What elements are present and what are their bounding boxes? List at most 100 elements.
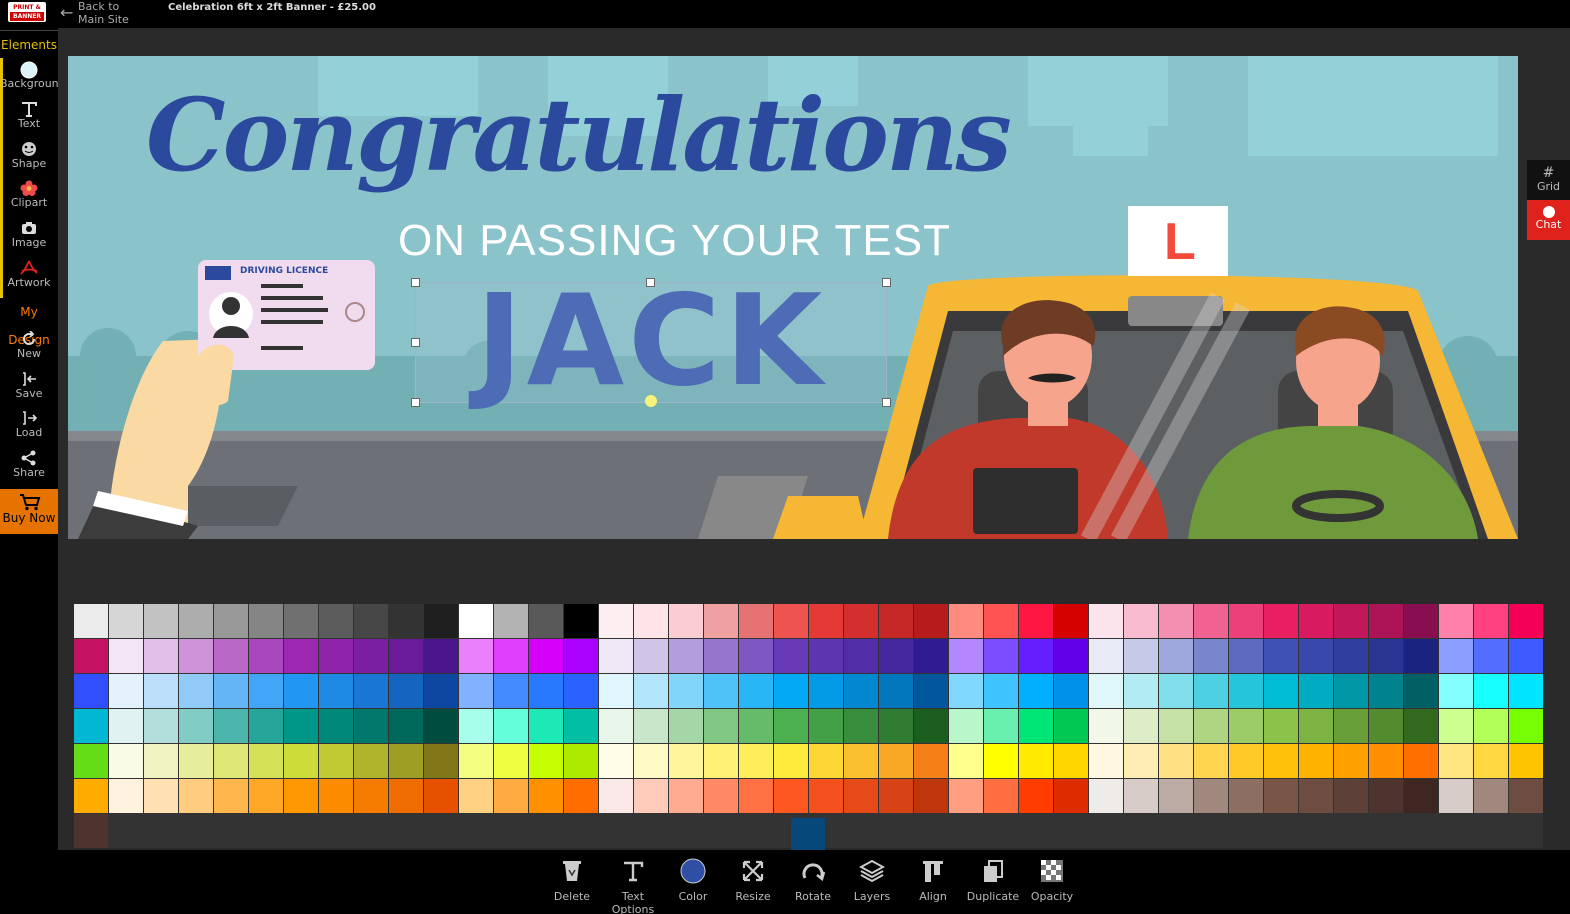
color-swatch[interactable] — [179, 604, 213, 638]
color-swatch[interactable] — [1369, 604, 1403, 638]
color-swatch[interactable] — [844, 604, 878, 638]
color-swatch[interactable] — [599, 674, 633, 708]
color-swatch[interactable] — [1019, 779, 1053, 813]
color-swatch[interactable] — [1299, 639, 1333, 673]
color-swatch[interactable] — [879, 639, 913, 673]
color-swatch[interactable] — [914, 779, 948, 813]
grid-toggle-button[interactable]: # Grid — [1527, 160, 1570, 200]
color-swatch[interactable] — [1264, 779, 1298, 813]
color-swatch[interactable] — [1474, 674, 1508, 708]
color-swatch[interactable] — [1089, 709, 1123, 743]
color-swatch[interactable] — [109, 779, 143, 813]
color-swatch[interactable] — [529, 779, 563, 813]
color-swatch[interactable] — [179, 744, 213, 778]
color-swatch[interactable] — [1124, 674, 1158, 708]
color-swatch[interactable] — [389, 639, 423, 673]
color-swatch[interactable] — [1474, 779, 1508, 813]
sidebar-item-save[interactable]: Save — [0, 371, 58, 400]
color-swatch[interactable] — [739, 744, 773, 778]
color-swatch[interactable] — [1439, 744, 1473, 778]
color-swatch[interactable] — [74, 674, 108, 708]
color-swatch[interactable] — [389, 779, 423, 813]
color-swatch[interactable] — [1334, 604, 1368, 638]
sidebar-item-clipart[interactable]: Clipart — [0, 180, 58, 209]
color-swatch[interactable] — [179, 674, 213, 708]
color-swatch[interactable] — [739, 674, 773, 708]
banner-name-text[interactable]: JACK — [416, 271, 886, 411]
color-swatch[interactable] — [1404, 674, 1438, 708]
color-swatch[interactable] — [1019, 744, 1053, 778]
color-swatch[interactable] — [1159, 744, 1193, 778]
color-button[interactable]: Color — [662, 858, 724, 903]
color-swatch[interactable] — [319, 779, 353, 813]
color-swatch[interactable] — [1369, 709, 1403, 743]
color-swatch[interactable] — [1264, 639, 1298, 673]
sidebar-item-share[interactable]: Share — [0, 450, 58, 479]
color-swatch[interactable] — [774, 779, 808, 813]
color-swatch[interactable] — [844, 674, 878, 708]
color-swatch[interactable] — [949, 639, 983, 673]
color-swatch[interactable] — [529, 639, 563, 673]
color-swatch[interactable] — [1089, 779, 1123, 813]
align-button[interactable]: Align — [902, 858, 964, 903]
color-swatch[interactable] — [1194, 639, 1228, 673]
resize-handle-bottom-right[interactable] — [882, 398, 891, 407]
color-swatch[interactable] — [389, 604, 423, 638]
color-swatch[interactable] — [949, 779, 983, 813]
color-swatch[interactable] — [739, 779, 773, 813]
color-swatch[interactable] — [1194, 674, 1228, 708]
color-swatch[interactable] — [564, 709, 598, 743]
color-swatch[interactable] — [704, 604, 738, 638]
back-to-main-site-link[interactable]: Back to Main Site — [78, 0, 138, 26]
color-swatch[interactable] — [1159, 709, 1193, 743]
color-swatch[interactable] — [179, 639, 213, 673]
color-swatch[interactable] — [1159, 639, 1193, 673]
color-swatch[interactable] — [809, 674, 843, 708]
color-swatch[interactable] — [704, 744, 738, 778]
color-swatch[interactable] — [1019, 709, 1053, 743]
color-swatch[interactable] — [529, 709, 563, 743]
color-swatch[interactable] — [1474, 744, 1508, 778]
color-swatch[interactable] — [424, 779, 458, 813]
color-swatch[interactable] — [284, 779, 318, 813]
color-swatch[interactable] — [424, 744, 458, 778]
color-swatch[interactable] — [214, 709, 248, 743]
color-swatch[interactable] — [1334, 674, 1368, 708]
color-swatch[interactable] — [1439, 639, 1473, 673]
color-swatch[interactable] — [529, 604, 563, 638]
color-swatch[interactable] — [284, 639, 318, 673]
color-swatch[interactable] — [809, 744, 843, 778]
rotate-button[interactable]: Rotate — [782, 858, 844, 903]
color-swatch[interactable] — [1299, 674, 1333, 708]
color-swatch[interactable] — [669, 709, 703, 743]
color-swatch[interactable] — [1229, 779, 1263, 813]
color-swatch[interactable] — [1404, 744, 1438, 778]
color-swatch[interactable] — [564, 779, 598, 813]
color-swatch[interactable] — [634, 639, 668, 673]
color-swatch[interactable] — [1019, 639, 1053, 673]
color-swatch[interactable] — [844, 744, 878, 778]
color-swatch[interactable] — [109, 744, 143, 778]
color-swatch[interactable] — [179, 779, 213, 813]
color-swatch[interactable] — [74, 639, 108, 673]
color-swatch[interactable] — [74, 744, 108, 778]
resize-handle-top-right[interactable] — [882, 278, 891, 287]
color-swatch[interactable] — [879, 674, 913, 708]
color-swatch[interactable] — [459, 604, 493, 638]
color-swatch[interactable] — [249, 604, 283, 638]
color-swatch[interactable] — [599, 604, 633, 638]
color-swatch[interactable] — [389, 709, 423, 743]
color-swatch[interactable] — [1369, 674, 1403, 708]
color-swatch[interactable] — [634, 709, 668, 743]
color-swatch[interactable] — [1264, 604, 1298, 638]
color-swatch[interactable] — [564, 639, 598, 673]
color-swatch[interactable] — [319, 744, 353, 778]
color-swatch[interactable] — [214, 744, 248, 778]
color-swatch[interactable] — [1369, 779, 1403, 813]
color-swatch[interactable] — [1474, 604, 1508, 638]
color-swatch[interactable] — [564, 674, 598, 708]
color-swatch[interactable] — [704, 709, 738, 743]
color-swatch[interactable] — [1299, 744, 1333, 778]
color-swatch[interactable] — [214, 779, 248, 813]
sidebar-item-artwork[interactable]: Artwork — [0, 260, 58, 289]
